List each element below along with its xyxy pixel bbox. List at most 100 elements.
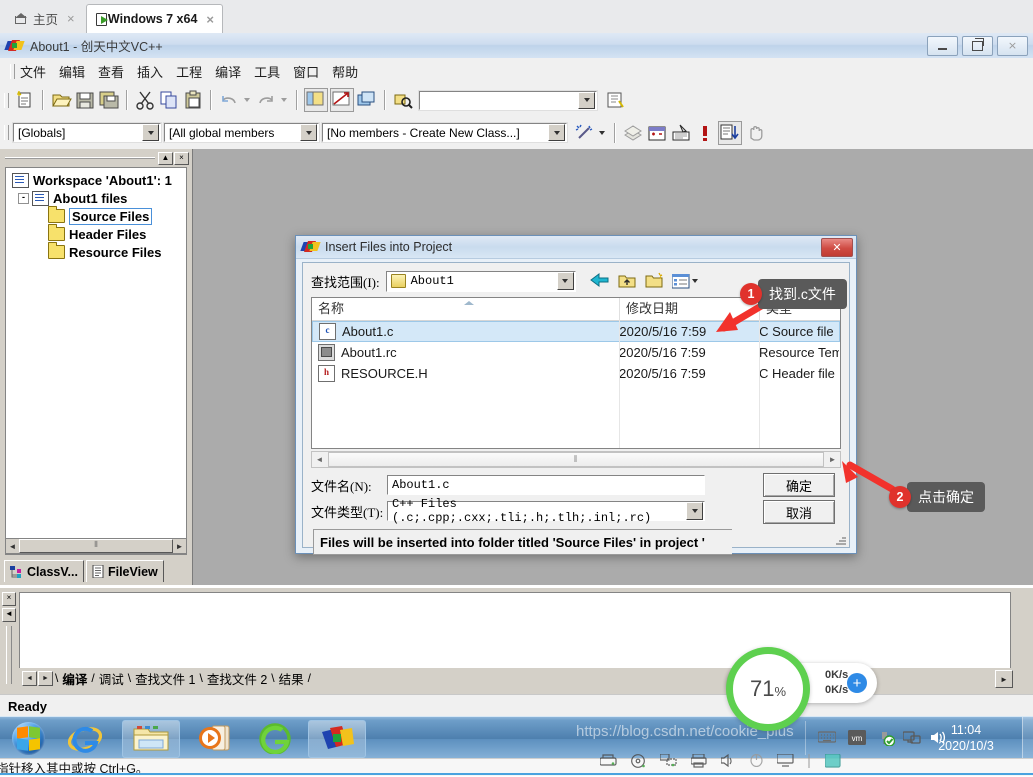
usb-safe-remove-icon[interactable] [876, 730, 896, 747]
network-icon[interactable] [902, 730, 921, 746]
output-tab-findinfiles1[interactable]: 查找文件 1 [132, 669, 198, 688]
output-scroll-right-button[interactable]: ► [995, 670, 1013, 688]
tab-classview[interactable]: ClassV... [4, 560, 84, 582]
output-toggle-icon[interactable] [330, 88, 354, 112]
output-tab-findinfiles2[interactable]: 查找文件 2 [204, 669, 270, 688]
workspace-hscrollbar[interactable]: ◄ ⦀ ► [5, 538, 187, 554]
restore-button[interactable] [962, 35, 993, 56]
workspace-toggle-icon[interactable] [304, 88, 328, 112]
lookin-dropdown-icon[interactable] [556, 272, 574, 290]
expander-icon[interactable]: - [18, 192, 29, 204]
tree-item-workspace[interactable]: Workspace 'About1': 1 [6, 168, 186, 189]
tree-item-header-files[interactable]: Header Files [6, 224, 186, 243]
vm-tray-icon[interactable]: vm [848, 730, 866, 746]
taskbar-clock[interactable]: 11:04 2020/10/3 [921, 722, 1011, 754]
hscroll-thumb[interactable]: ⦀ [328, 452, 824, 467]
output-tab-results[interactable]: 结果 [276, 669, 307, 688]
output-scroll-left-icon[interactable]: ◄ [2, 608, 16, 622]
menu-item-build[interactable]: 编译 [214, 60, 242, 83]
search-combo-dropdown-icon[interactable] [578, 91, 595, 109]
menu-item-view[interactable]: 查看 [97, 60, 125, 83]
minimize-button[interactable] [927, 35, 958, 56]
cancel-button[interactable]: 取消 [763, 500, 835, 524]
workspace-scroll-right-icon[interactable]: ► [173, 542, 186, 551]
copy-icon[interactable] [158, 89, 180, 111]
globals-combo-dropdown-icon[interactable] [142, 124, 159, 141]
tree-item-source-files[interactable]: Source Files [6, 206, 186, 225]
filetype-dropdown-icon[interactable] [686, 502, 703, 520]
workspace-scroll-left-icon[interactable]: ◄ [6, 542, 19, 551]
speed-widget-expand-button[interactable]: + [847, 673, 867, 693]
start-orb-icon[interactable] [6, 719, 50, 757]
workspace-tree[interactable]: Workspace 'About1': 1 - About1 files Sou… [5, 167, 187, 555]
menu-item-file[interactable]: 文件 [19, 60, 47, 83]
menu-item-window[interactable]: 窗口 [292, 60, 320, 83]
save-icon[interactable] [74, 89, 96, 111]
speaker-mute-icon[interactable] [720, 753, 736, 770]
help-search-icon[interactable] [605, 89, 627, 111]
tab-fileview[interactable]: FileView [85, 560, 164, 582]
tree-item-resource-files[interactable]: Resource Files [6, 242, 186, 261]
build-icon[interactable] [646, 122, 668, 144]
tab-windows7[interactable]: Windows 7 x64 × [86, 4, 223, 33]
hscroll-left-icon[interactable]: ◄ [312, 452, 327, 467]
scanner-icon[interactable] [599, 754, 617, 770]
members-combo[interactable]: [All global members [164, 123, 319, 142]
network-speed-widget[interactable]: 71% ↑ 0K/s ↓ 0K/s + [726, 647, 877, 731]
dialog-close-button[interactable]: ✕ [821, 237, 853, 257]
find-in-files-icon[interactable] [392, 89, 414, 111]
output-close-button[interactable]: × [2, 592, 16, 606]
stop-build-icon[interactable] [694, 122, 716, 144]
menu-item-tools[interactable]: 工具 [253, 60, 281, 83]
printer-icon[interactable] [690, 752, 707, 771]
mouse-icon[interactable] [750, 753, 763, 770]
window-list-icon[interactable] [356, 89, 378, 111]
menu-item-insert[interactable]: 插入 [136, 60, 164, 83]
tab-home-close-icon[interactable]: × [65, 12, 77, 25]
insert-breakpoint-icon[interactable] [718, 120, 742, 145]
new-folder-icon[interactable] [645, 272, 663, 291]
memory-usage-ring[interactable]: 71% [726, 647, 810, 731]
monitor-icon[interactable] [776, 753, 794, 770]
up-folder-icon[interactable] [618, 272, 636, 291]
build-all-icon[interactable] [670, 122, 692, 144]
internet-explorer-icon[interactable] [60, 720, 110, 756]
new-file-icon[interactable] [14, 89, 36, 111]
file-explorer-icon[interactable] [122, 720, 180, 758]
close-button[interactable]: × [997, 35, 1028, 56]
output-tabs-prev-icon[interactable]: ◄ [22, 670, 37, 686]
globals-combo[interactable]: [Globals] [13, 123, 161, 142]
wizard-wand-icon[interactable] [573, 122, 595, 144]
menu-item-edit[interactable]: 编辑 [58, 60, 86, 83]
back-icon[interactable] [589, 272, 609, 291]
workspace-minimize-button[interactable]: ▲ [158, 151, 173, 165]
disc-icon[interactable] [631, 753, 646, 771]
workspace-scroll-thumb[interactable]: ⦀ [19, 539, 173, 553]
filename-input[interactable]: About1.c [387, 475, 705, 495]
workspace-close-button[interactable]: × [174, 151, 189, 165]
open-file-icon[interactable] [50, 89, 72, 111]
output-text-area[interactable] [19, 592, 1011, 670]
network-share-icon[interactable] [659, 753, 677, 770]
paste-icon[interactable] [182, 89, 204, 111]
green-browser-icon[interactable] [250, 720, 300, 756]
output-tab-debug[interactable]: 调试 [96, 669, 127, 688]
keyboard-icon[interactable] [817, 730, 837, 746]
table-row[interactable]: h RESOURCE.H 2020/5/16 7:59 C Header fil… [312, 363, 840, 384]
menu-item-help[interactable]: 帮助 [331, 60, 359, 83]
note-icon[interactable] [824, 752, 841, 771]
vcpp-icon[interactable] [308, 720, 366, 758]
ok-button[interactable]: 确定 [763, 473, 835, 497]
cut-icon[interactable] [134, 89, 156, 111]
show-desktop-button[interactable] [1022, 717, 1033, 759]
save-all-icon[interactable] [98, 89, 120, 111]
class-combo-dropdown-icon[interactable] [548, 124, 565, 141]
media-player-icon[interactable] [190, 720, 240, 756]
search-combo[interactable] [419, 90, 597, 110]
output-tab-build[interactable]: 编译 [59, 669, 90, 688]
table-row[interactable]: About1.rc 2020/5/16 7:59 Resource Tem [312, 342, 840, 363]
view-list-icon[interactable] [671, 273, 698, 289]
menu-item-project[interactable]: 工程 [175, 60, 203, 83]
lookin-combo[interactable]: About1 [385, 270, 576, 292]
file-list-hscrollbar[interactable]: ◄ ⦀ ► [311, 451, 841, 468]
